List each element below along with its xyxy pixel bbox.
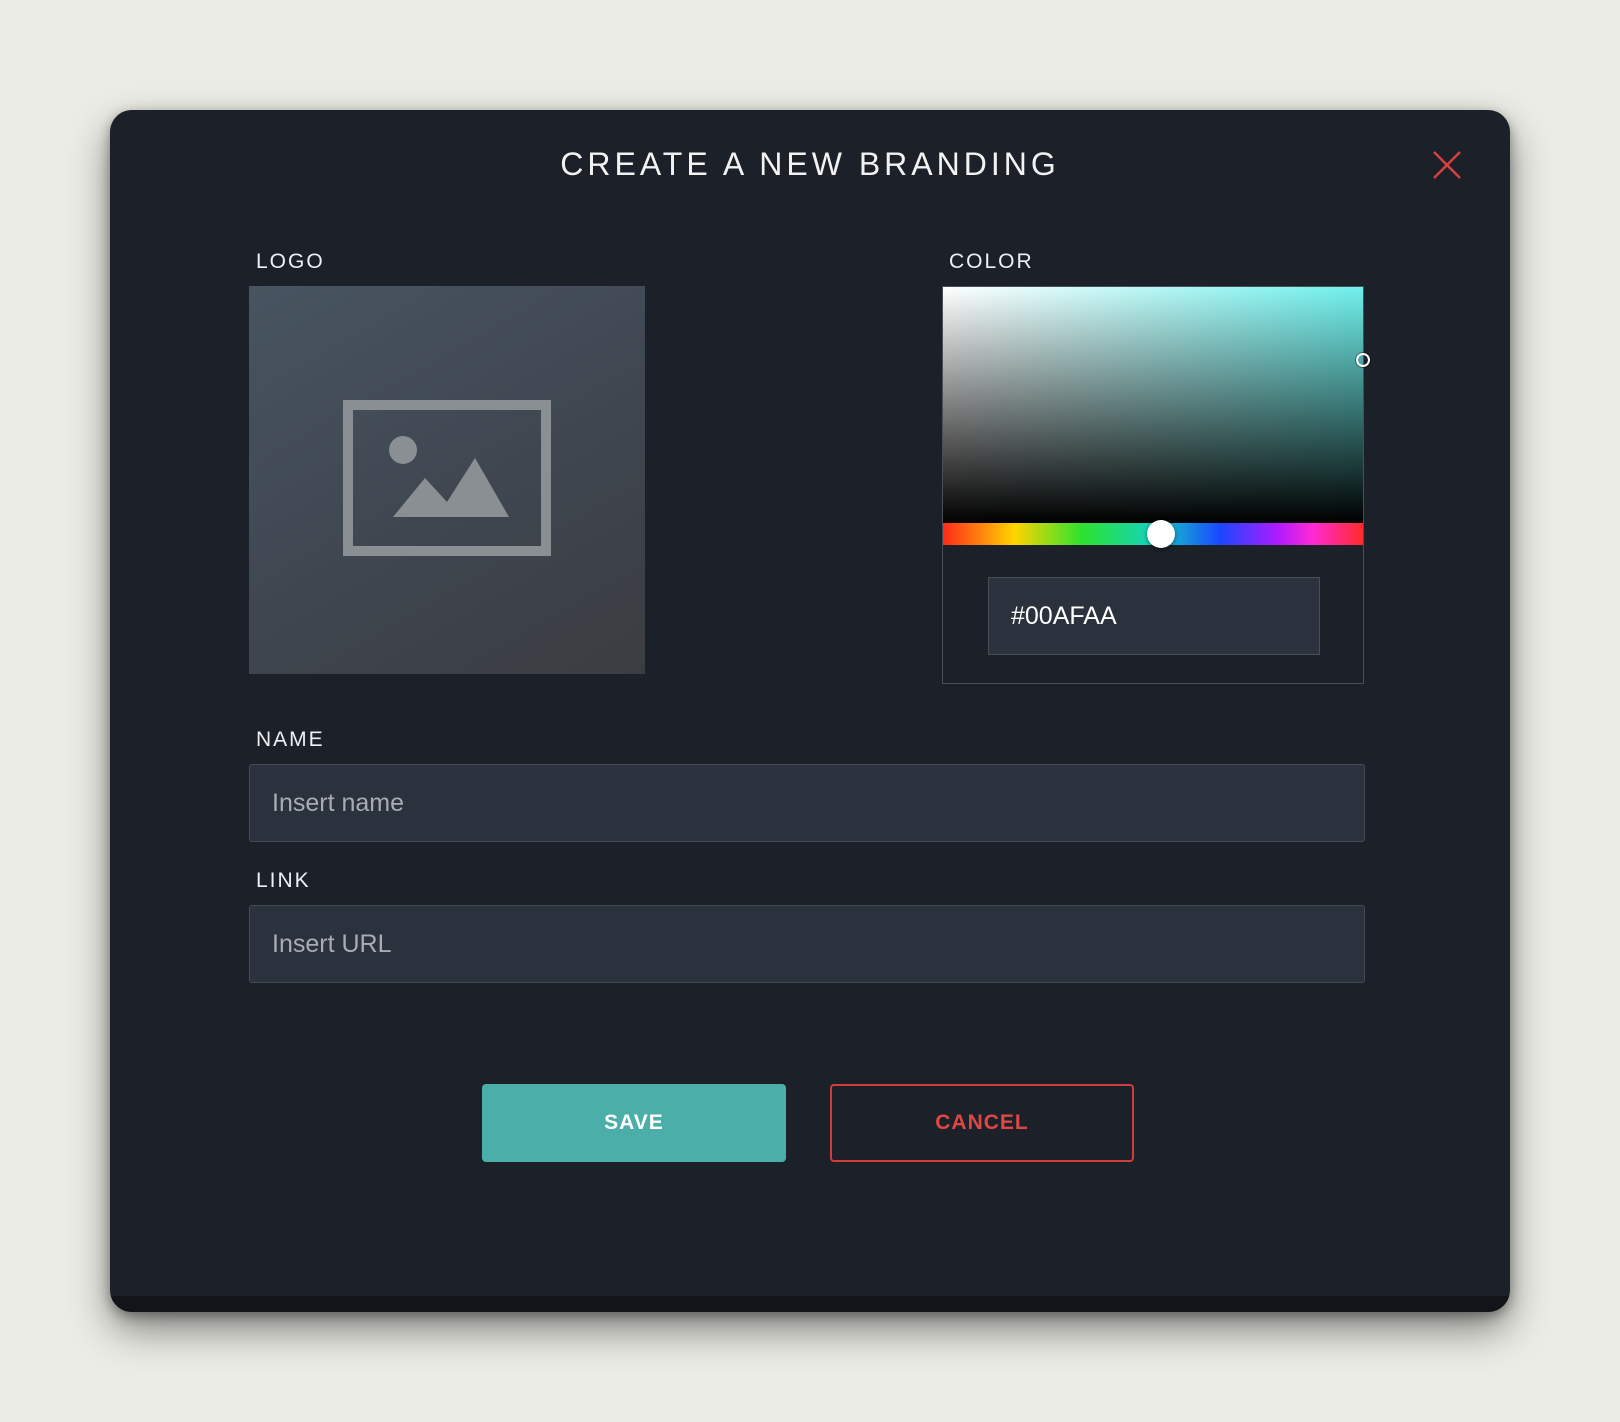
link-input[interactable] bbox=[249, 905, 1365, 983]
hue-slider[interactable] bbox=[943, 520, 1363, 548]
logo-upload-area[interactable] bbox=[249, 286, 645, 674]
branding-dialog: CREATE A NEW BRANDING LOGO COLOR #00AFAA… bbox=[110, 110, 1510, 1312]
name-label: NAME bbox=[256, 728, 325, 751]
logo-label: LOGO bbox=[256, 250, 325, 273]
cancel-button[interactable]: CANCEL bbox=[830, 1084, 1134, 1162]
color-picker bbox=[942, 286, 1370, 684]
saturation-brightness-area[interactable] bbox=[943, 287, 1370, 523]
color-label: COLOR bbox=[949, 250, 1034, 273]
dialog-title: CREATE A NEW BRANDING bbox=[560, 146, 1060, 182]
image-placeholder-icon bbox=[343, 399, 551, 561]
link-label: LINK bbox=[256, 869, 311, 892]
dialog-bottom-edge bbox=[110, 1296, 1510, 1312]
name-input[interactable] bbox=[249, 764, 1365, 842]
page-background: CREATE A NEW BRANDING LOGO COLOR #00AFAA… bbox=[0, 0, 1560, 1362]
color-picker-cursor[interactable] bbox=[1356, 353, 1370, 368]
save-button[interactable]: SAVE bbox=[482, 1084, 786, 1162]
hue-slider-thumb[interactable] bbox=[1147, 520, 1176, 548]
close-icon[interactable] bbox=[1430, 148, 1464, 182]
hex-color-input[interactable] bbox=[988, 577, 1320, 655]
